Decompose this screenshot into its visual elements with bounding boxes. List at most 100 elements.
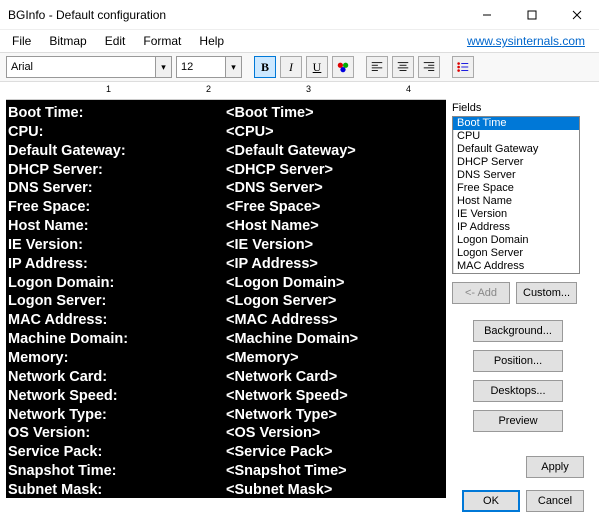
chevron-down-icon[interactable]: ▾	[156, 56, 172, 78]
editor-value: <Logon Domain>	[226, 274, 344, 293]
background-button[interactable]: Background...	[473, 320, 563, 342]
chevron-down-icon[interactable]: ▾	[226, 56, 242, 78]
editor-label: Service Pack:	[8, 443, 226, 462]
window-title: BGInfo - Default configuration	[8, 8, 464, 22]
editor-row: Logon Server:<Logon Server>	[8, 292, 444, 311]
menu-help[interactable]: Help	[191, 32, 232, 50]
field-item[interactable]: Default Gateway	[453, 143, 579, 156]
editor-label: Machine Domain:	[8, 330, 226, 349]
editor-row: Network Type:<Network Type>	[8, 406, 444, 425]
field-item[interactable]: IE Version	[453, 208, 579, 221]
maximize-button[interactable]	[509, 0, 554, 30]
editor-row: Network Speed:<Network Speed>	[8, 387, 444, 406]
apply-button[interactable]: Apply	[526, 456, 584, 478]
editor-value: <Snapshot Time>	[226, 462, 347, 481]
editor-value: <OS Version>	[226, 424, 320, 443]
field-item[interactable]: Logon Domain	[453, 234, 579, 247]
field-item[interactable]: MAC Address	[453, 260, 579, 273]
field-item[interactable]: DHCP Server	[453, 156, 579, 169]
editor-label: Logon Domain:	[8, 274, 226, 293]
editor-label: IE Version:	[8, 236, 226, 255]
editor-row: CPU:<CPU>	[8, 123, 444, 142]
editor-label: Subnet Mask:	[8, 481, 226, 498]
bullets-button[interactable]	[452, 56, 474, 78]
desktops-button[interactable]: Desktops...	[473, 380, 563, 402]
editor-label: Host Name:	[8, 217, 226, 236]
editor-row: Subnet Mask:<Subnet Mask>	[8, 481, 444, 498]
editor-label: Free Space:	[8, 198, 226, 217]
font-size-select[interactable]	[176, 56, 226, 78]
editor-label: Snapshot Time:	[8, 462, 226, 481]
custom-button[interactable]: Custom...	[516, 282, 577, 304]
format-toolbar: ▾ ▾ B I U	[0, 52, 599, 82]
ruler: 1 2 3 4	[6, 82, 446, 100]
editor-label: Network Type:	[8, 406, 226, 425]
editor-value: <IE Version>	[226, 236, 313, 255]
editor-row: Service Pack:<Service Pack>	[8, 443, 444, 462]
menu-edit[interactable]: Edit	[97, 32, 134, 50]
field-item[interactable]: DNS Server	[453, 169, 579, 182]
editor-value: <Free Space>	[226, 198, 320, 217]
fields-listbox[interactable]: Boot TimeCPUDefault GatewayDHCP ServerDN…	[452, 116, 580, 274]
ruler-mark: 1	[106, 84, 111, 94]
editor-row: IP Address:<IP Address>	[8, 255, 444, 274]
editor-label: Boot Time:	[8, 104, 226, 123]
editor-row: IE Version:<IE Version>	[8, 236, 444, 255]
editor-row: Logon Domain:<Logon Domain>	[8, 274, 444, 293]
editor-value: <Subnet Mask>	[226, 481, 332, 498]
field-item[interactable]: Free Space	[453, 182, 579, 195]
editor-row: Network Card:<Network Card>	[8, 368, 444, 387]
editor-value: <DNS Server>	[226, 179, 323, 198]
editor-value: <Boot Time>	[226, 104, 314, 123]
field-item[interactable]: Boot Time	[453, 117, 579, 130]
color-button[interactable]	[332, 56, 354, 78]
italic-button[interactable]: I	[280, 56, 302, 78]
add-button[interactable]: <- Add	[452, 282, 510, 304]
editor-value: <Machine Domain>	[226, 330, 358, 349]
editor-label: IP Address:	[8, 255, 226, 274]
editor-label: Default Gateway:	[8, 142, 226, 161]
editor-value: <Service Pack>	[226, 443, 332, 462]
titlebar: BGInfo - Default configuration	[0, 0, 599, 30]
editor-value: <Logon Server>	[226, 292, 336, 311]
ruler-mark: 3	[306, 84, 311, 94]
editor-label: OS Version:	[8, 424, 226, 443]
align-left-button[interactable]	[366, 56, 388, 78]
menu-bitmap[interactable]: Bitmap	[41, 32, 94, 50]
field-item[interactable]: IP Address	[453, 221, 579, 234]
editor-row: Default Gateway:<Default Gateway>	[8, 142, 444, 161]
preview-button[interactable]: Preview	[473, 410, 563, 432]
editor-label: DHCP Server:	[8, 161, 226, 180]
editor-value: <Network Type>	[226, 406, 337, 425]
position-button[interactable]: Position...	[473, 350, 563, 372]
editor-area[interactable]: Boot Time:<Boot Time>CPU:<CPU>Default Ga…	[6, 100, 446, 498]
menu-format[interactable]: Format	[135, 32, 189, 50]
editor-value: <Network Speed>	[226, 387, 348, 406]
field-item[interactable]: CPU	[453, 130, 579, 143]
ruler-mark: 4	[406, 84, 411, 94]
editor-label: CPU:	[8, 123, 226, 142]
editor-row: Boot Time:<Boot Time>	[8, 104, 444, 123]
close-button[interactable]	[554, 0, 599, 30]
editor-value: <IP Address>	[226, 255, 318, 274]
editor-value: <Network Card>	[226, 368, 337, 387]
sysinternals-link[interactable]: www.sysinternals.com	[467, 34, 585, 48]
editor-row: MAC Address:<MAC Address>	[8, 311, 444, 330]
ok-button[interactable]: OK	[462, 490, 520, 512]
minimize-button[interactable]	[464, 0, 509, 30]
editor-label: Network Speed:	[8, 387, 226, 406]
field-item[interactable]: Logon Server	[453, 247, 579, 260]
font-select[interactable]	[6, 56, 156, 78]
field-item[interactable]: Host Name	[453, 195, 579, 208]
editor-label: Logon Server:	[8, 292, 226, 311]
editor-row: Machine Domain:<Machine Domain>	[8, 330, 444, 349]
menu-file[interactable]: File	[4, 32, 39, 50]
bold-button[interactable]: B	[254, 56, 276, 78]
editor-row: Snapshot Time:<Snapshot Time>	[8, 462, 444, 481]
editor-row: DHCP Server:<DHCP Server>	[8, 161, 444, 180]
align-right-button[interactable]	[418, 56, 440, 78]
cancel-button[interactable]: Cancel	[526, 490, 584, 512]
editor-row: DNS Server:<DNS Server>	[8, 179, 444, 198]
underline-button[interactable]: U	[306, 56, 328, 78]
align-center-button[interactable]	[392, 56, 414, 78]
